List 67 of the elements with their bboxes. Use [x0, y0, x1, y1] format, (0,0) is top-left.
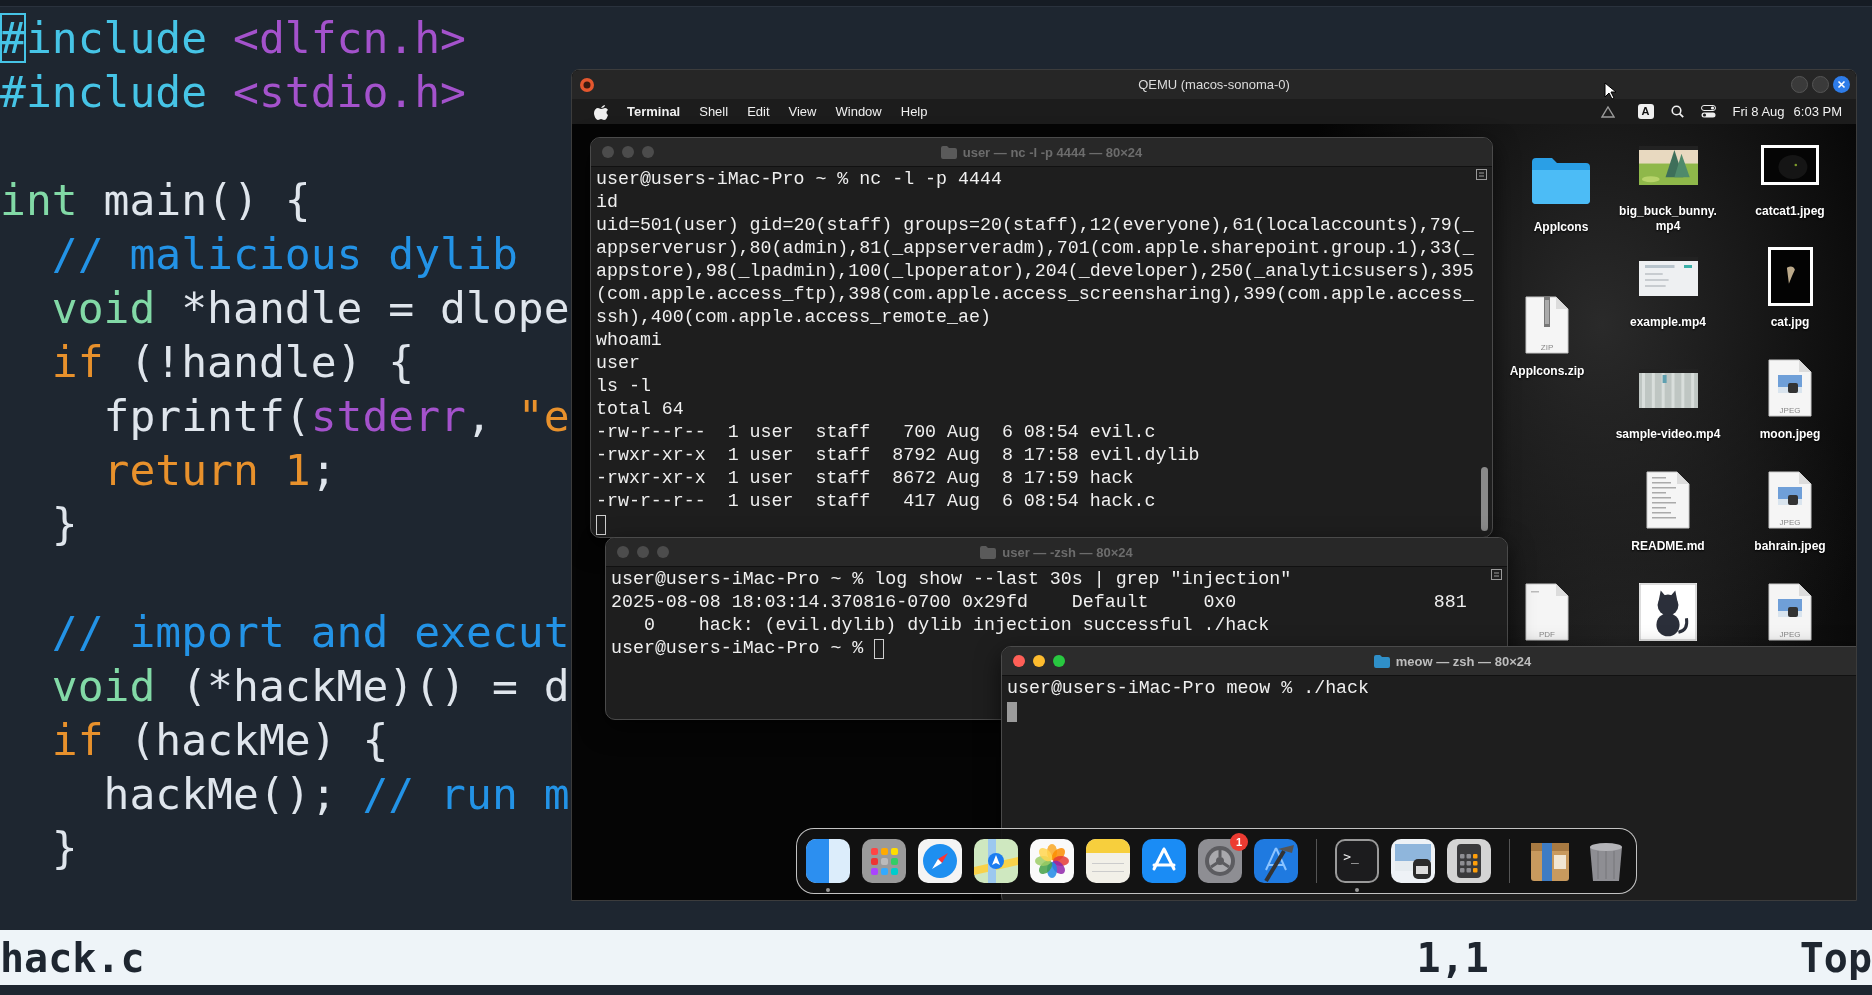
input-source-indicator[interactable]: A [1637, 104, 1654, 119]
file-label[interactable]: README.md [1631, 539, 1705, 554]
file-type-label: ZIP [1539, 343, 1555, 352]
terminal-line: ls -l [596, 375, 651, 398]
window-title: meow — zsh — 80×24 [1395, 653, 1532, 669]
code-line: void (*hackMe)() = d [50, 660, 570, 713]
code-line: if (hackMe) { [50, 714, 389, 767]
file-label[interactable]: AppIcons [1533, 220, 1589, 235]
file-name: hack.c [0, 934, 145, 981]
code-line: // malicious dylib [50, 228, 518, 281]
cursor-position: 1,1 [1416, 934, 1489, 981]
terminal-line: -rw-r--r-- 1 user staff 700 Aug 6 08:54 evil.c [596, 421, 1156, 444]
file-label[interactable]: bahrain.jpeg [1754, 539, 1826, 554]
code-line: } [50, 822, 78, 875]
file-label[interactable]: sample-video.mp4 [1615, 427, 1721, 442]
menu-item[interactable]: Terminal [627, 104, 681, 119]
code-line: fprintf(stderr, "e [102, 390, 570, 443]
file-label[interactable]: moon.jpeg [1759, 427, 1821, 442]
terminal-line: user@users-iMac-Pro ~ % [611, 637, 864, 660]
menu-item[interactable]: Shell [699, 104, 729, 119]
terminal-icon[interactable]: >_ [1335, 839, 1379, 883]
notification-badge: 1 [1230, 833, 1248, 851]
code-line: #include <stdio.h> [0, 66, 466, 119]
terminal-line: ssh),400(com.apple.access_remote_ae) [596, 306, 991, 329]
menu-item[interactable]: Edit [747, 104, 770, 119]
file-type-label: JPEG [1778, 630, 1802, 639]
menu-item[interactable]: View [788, 104, 817, 119]
menu-item[interactable]: Window [835, 104, 882, 119]
terminal-line: 2025-08-08 18:03:14.370816-0700 0x29fd Default 0x0 881 [611, 591, 1467, 614]
window-title: QEMU (macos-sonoma-0) [1138, 77, 1290, 92]
code-line: // import and execut [50, 606, 570, 659]
menu-bar-date[interactable]: Fri 8 Aug [1732, 104, 1785, 119]
terminal-line: total 64 [596, 398, 684, 421]
terminal-line: 0 hack: (evil.dylib) dylib injection successful ./hack [642, 614, 1270, 637]
file-type-label: JPEG [1778, 406, 1802, 415]
terminal-line: -rw-r--r-- 1 user staff 417 Aug 6 08:54 hack.c [596, 490, 1156, 513]
terminal-line: appserverusr),80(admin),81(_appserveradm),701(com.apple.sharepoint.group.1),33(_ [596, 237, 1474, 260]
terminal-line: whoami [596, 329, 662, 352]
code-line: return 1; [102, 444, 337, 497]
code-line: hackMe(); // run m [102, 768, 570, 821]
terminal-line: -rwxr-xr-x 1 user staff 8792 Aug 8 17:58 evil.dylib [596, 444, 1200, 467]
terminal-line: uid=501(user) gid=20(staff) groups=20(staff),12(everyone),61(localaccounts),79(_ [596, 214, 1474, 237]
file-type-label: PDF [1538, 630, 1556, 639]
terminal-line: user@users-iMac-Pro ~ % nc -l -p 4444 [596, 168, 1002, 191]
scroll-position: Top [1799, 934, 1872, 981]
menu-item[interactable]: Help [900, 104, 928, 119]
code-line: if (!handle) { [50, 336, 415, 389]
file-label[interactable]: catcat1.jpeg [1755, 204, 1825, 219]
terminal-line: -rwxr-xr-x 1 user staff 8672 Aug 8 17:59 hack [596, 467, 1134, 490]
terminal-line: (com.apple.access_ftp),398(com.apple.access_screensharing),399(com.apple.access_ [596, 283, 1474, 306]
menu-bar-time[interactable]: 6:03 PM [1793, 104, 1842, 119]
file-label[interactable]: AppIcons.zip [1509, 364, 1585, 379]
code-line: } [50, 498, 78, 551]
terminal-line: appstore),98(_lpadmin),100(_lpoperator),204(_developer),250(_analyticsusers),395 [596, 260, 1474, 283]
terminal-line: user@users-iMac-Pro meow % ./hack [1007, 677, 1370, 700]
terminal-line: user [596, 352, 640, 375]
code-line: int main() { [0, 174, 311, 227]
file-label[interactable]: big_buck_bunny.mp4 [1609, 204, 1727, 234]
window-title: user — nc -l -p 4444 — 80×24 [962, 144, 1143, 160]
terminal-line: user@users-iMac-Pro ~ % log show --last 30s | grep "injection" [611, 568, 1292, 591]
terminal-line: id [596, 191, 618, 214]
file-label[interactable]: example.mp4 [1629, 315, 1707, 330]
window-title: user — -zsh — 80×24 [1002, 544, 1133, 560]
file-type-label: JPEG [1778, 518, 1802, 527]
code-line: void *handle = dlope [50, 282, 570, 335]
code-line: #include <dlfcn.h> [0, 12, 466, 65]
file-label[interactable]: cat.jpg [1770, 315, 1810, 330]
